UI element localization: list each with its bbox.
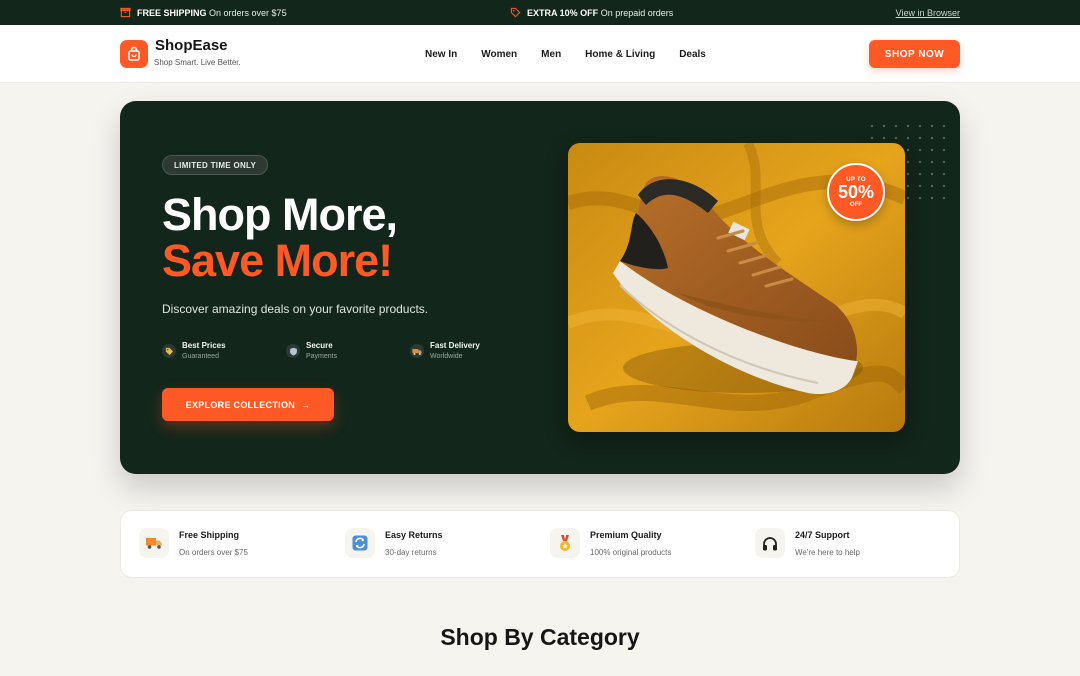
hero-title-line-1: Shop More, [162, 189, 398, 240]
promo-extra-off: EXTRA 10% OFF On prepaid orders [510, 0, 673, 25]
promo-bold: EXTRA 10% OFF [527, 7, 599, 18]
tag-icon [162, 344, 176, 358]
features-strip: Free Shipping On orders over $75 Easy Ret… [120, 510, 960, 578]
nav-item-deals[interactable]: Deals [679, 49, 706, 60]
arrow-right-icon: → [301, 399, 311, 410]
brand-name[interactable]: ShopEase [155, 37, 228, 54]
strip-subtitle: We're here to help [795, 548, 860, 557]
sale-badge: UP TO 50% OFF [827, 163, 885, 221]
feature-subtitle: Worldwide [430, 353, 463, 360]
tag-icon [510, 7, 521, 18]
announcement-bar: FREE SHIPPING On orders over $75 EXTRA 1… [0, 0, 1080, 25]
explore-collection-button[interactable]: EXPLORE COLLECTION → [162, 388, 334, 421]
hero-feature-fast-delivery: Fast Delivery Worldwide [410, 341, 480, 360]
nav-item-new-in[interactable]: New In [425, 49, 457, 60]
shop-now-button[interactable]: SHOP NOW [869, 40, 960, 68]
promo-bold: FREE SHIPPING [137, 7, 207, 18]
sale-badge-value: 50% [837, 181, 875, 202]
strip-item-premium-quality: Premium Quality 100% original products [550, 528, 671, 558]
strip-subtitle: On orders over $75 [179, 548, 248, 557]
headphones-icon [755, 528, 785, 558]
promo-free-shipping: FREE SHIPPING On orders over $75 [120, 0, 287, 25]
strip-subtitle: 100% original products [590, 548, 672, 557]
shield-icon [286, 344, 300, 358]
truck-icon [410, 344, 424, 358]
feature-subtitle: Payments [306, 353, 338, 360]
truck-icon [139, 528, 169, 558]
hero-title-line-2: Save More! [162, 235, 393, 286]
explore-label: EXPLORE COLLECTION [185, 399, 296, 410]
feature-title: Secure [306, 341, 333, 350]
nav-item-men[interactable]: Men [541, 49, 561, 60]
feature-title: Fast Delivery [430, 341, 480, 350]
hero-feature-secure: Secure Payments [286, 341, 337, 360]
strip-title: Premium Quality [590, 530, 662, 540]
strip-item-easy-returns: Easy Returns 30-day returns [345, 528, 443, 558]
strip-title: 24/7 Support [795, 530, 850, 540]
strip-item-free-shipping: Free Shipping On orders over $75 [139, 528, 248, 558]
feature-title: Best Prices [182, 341, 226, 350]
strip-title: Free Shipping [179, 530, 240, 540]
promo-text: On prepaid orders [600, 7, 674, 18]
hero-subtitle: Discover amazing deals on your favorite … [162, 302, 429, 316]
strip-title: Easy Returns [385, 530, 443, 540]
strip-item-support: 24/7 Support We're here to help [755, 528, 860, 558]
site-header: ShopEase Shop Smart. Live Better. New In… [0, 25, 1080, 83]
nav-item-home-living[interactable]: Home & Living [585, 49, 655, 60]
limited-time-badge: LIMITED TIME ONLY [162, 155, 269, 175]
nav-item-women[interactable]: Women [481, 49, 517, 60]
promo-text: On orders over $75 [209, 7, 287, 18]
medal-icon [550, 528, 580, 558]
section-title-shop-by-category: Shop By Category [440, 624, 640, 650]
logo[interactable] [120, 40, 148, 68]
view-in-browser-link[interactable]: View in Browser [896, 0, 960, 25]
feature-subtitle: Guaranteed [182, 353, 219, 360]
shopping-bag-icon [128, 46, 140, 61]
strip-subtitle: 30-day returns [385, 548, 437, 557]
hero-banner: LIMITED TIME ONLY Shop More, Save More! … [120, 101, 960, 474]
hero-feature-best-prices: Best Prices Guaranteed [162, 341, 226, 360]
main-nav: New In Women Men Home & Living Deals [425, 25, 730, 83]
refresh-icon [345, 528, 375, 558]
sale-badge-bottom: OFF [850, 201, 862, 208]
box-icon [120, 7, 131, 18]
brand-tagline: Shop Smart. Live Better. [154, 58, 241, 67]
